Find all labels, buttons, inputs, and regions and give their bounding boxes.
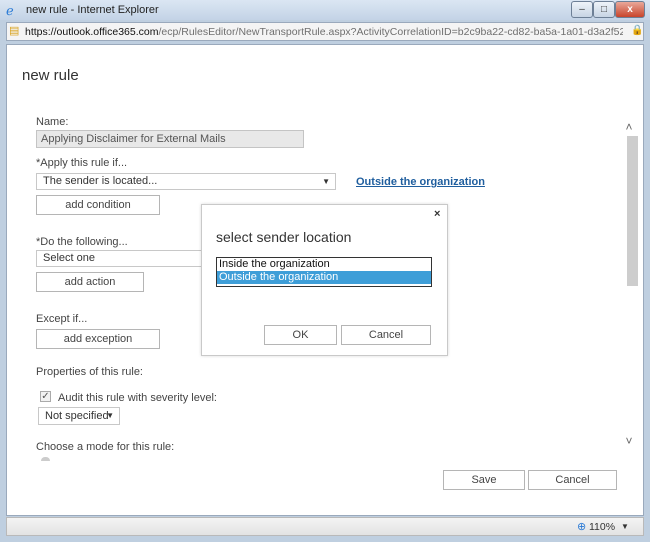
except-label: Except if... [36, 313, 88, 325]
mode-label: Choose a mode for this rule: [36, 441, 175, 453]
condition-select[interactable]: The sender is located... ▼ [36, 173, 336, 190]
dialog-ok-button[interactable]: OK [264, 325, 337, 345]
add-condition-button[interactable]: add condition [36, 195, 160, 215]
url-path: /ecp/RulesEditor/NewTransportRule.aspx?A… [158, 26, 623, 38]
dropdown-arrow-icon: ▼ [322, 177, 330, 186]
close-icon[interactable]: × [434, 208, 440, 220]
status-bar: ⊕ 110% ▼ [6, 517, 644, 536]
url-domain: office365.com [93, 26, 159, 38]
zoom-level[interactable]: 110% [589, 521, 615, 533]
dropdown-arrow-icon: ▼ [106, 411, 114, 420]
cancel-button[interactable]: Cancel [528, 470, 617, 490]
page-heading: new rule [22, 67, 79, 84]
condition-select-value: The sender is located... [43, 175, 158, 187]
save-button[interactable]: Save [443, 470, 525, 490]
url-text[interactable]: https://outlook.office365.com/ecp/RulesE… [25, 26, 623, 38]
scroll-up-icon[interactable]: ˄ [623, 120, 635, 134]
dialog-cancel-button[interactable]: Cancel [341, 325, 431, 345]
condition-value-link[interactable]: Outside the organization [356, 176, 485, 188]
name-label: Name: [36, 116, 69, 128]
address-bar[interactable]: ▤ https://outlook.office365.com/ecp/Rule… [6, 22, 644, 41]
mode-radio[interactable] [41, 457, 50, 461]
add-action-button[interactable]: add action [36, 272, 144, 292]
severity-select[interactable]: Not specified ▼ [38, 407, 120, 425]
sender-location-dialog: × select sender location Inside the orga… [201, 204, 448, 356]
url-prefix: https://outlook. [25, 26, 94, 38]
maximize-button[interactable]: □ [593, 1, 615, 18]
window-title: new rule - Internet Explorer [26, 4, 159, 16]
scroll-down-icon[interactable]: ˅ [623, 434, 635, 448]
list-option-selected[interactable]: Outside the organization [217, 271, 431, 284]
page-icon: ▤ [9, 25, 20, 37]
lock-icon: 🔒 [631, 25, 644, 36]
apply-label: *Apply this rule if... [36, 157, 128, 169]
close-window-button[interactable]: x [615, 1, 645, 18]
properties-label: Properties of this rule: [36, 366, 143, 378]
ie-logo-icon: ℯ [6, 3, 14, 18]
dialog-title: select sender location [216, 229, 352, 245]
zoom-dropdown-icon[interactable]: ▼ [621, 522, 629, 531]
severity-value: Not specified [45, 410, 109, 422]
add-exception-button[interactable]: add exception [36, 329, 160, 349]
do-label: *Do the following... [36, 236, 128, 248]
zoom-icon: ⊕ [577, 521, 587, 533]
audit-checkbox[interactable]: ✓ [40, 391, 51, 402]
title-bar: ℯ new rule - Internet Explorer – □ x [0, 0, 650, 20]
minimize-button[interactable]: – [571, 1, 593, 18]
scrollbar-thumb[interactable] [627, 136, 638, 286]
location-listbox[interactable]: Inside the organization Outside the orga… [216, 257, 432, 287]
name-input[interactable]: Applying Disclaimer for External Mails [36, 130, 304, 148]
list-option[interactable]: Inside the organization [217, 258, 431, 271]
audit-label: Audit this rule with severity level: [58, 392, 217, 404]
